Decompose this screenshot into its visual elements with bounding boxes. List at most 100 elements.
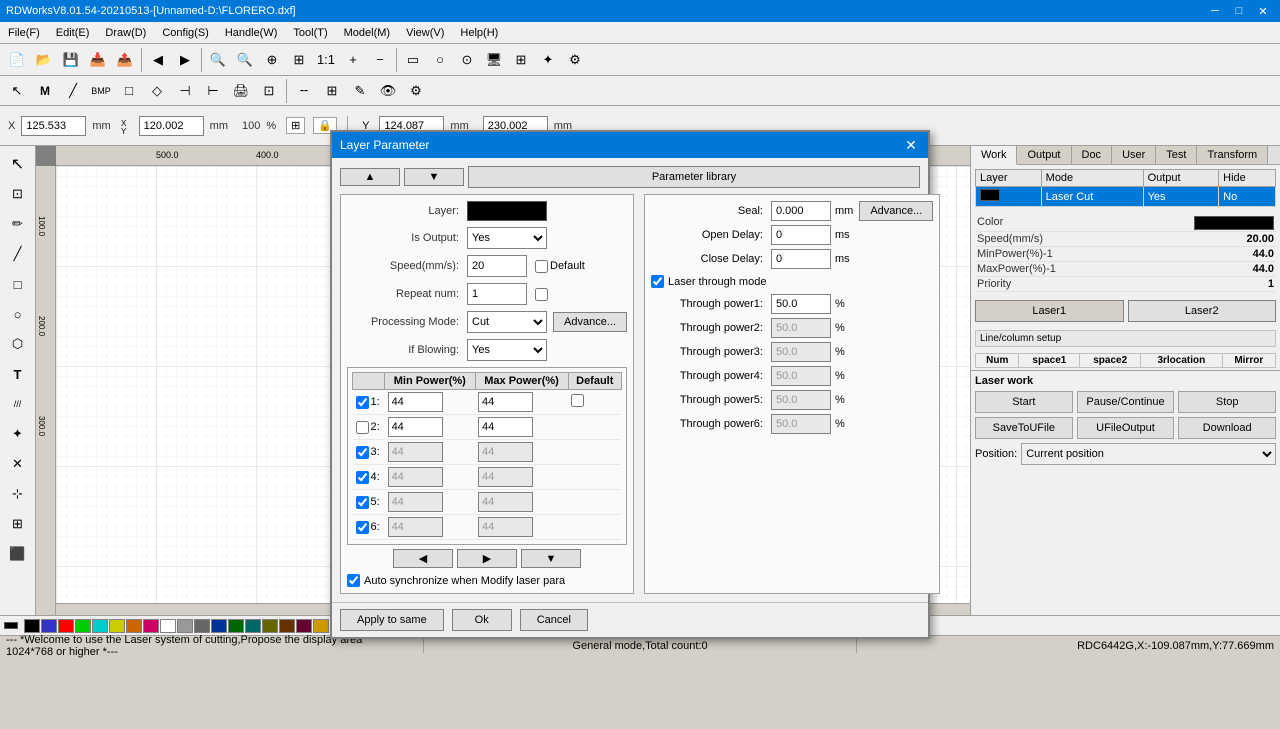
crop-button[interactable]: ⊡ bbox=[256, 78, 282, 104]
menu-item-edite[interactable]: Edit(E) bbox=[48, 22, 98, 43]
through-power-input[interactable] bbox=[771, 366, 831, 386]
menu-item-helph[interactable]: Help(H) bbox=[452, 22, 506, 43]
y-input[interactable] bbox=[139, 116, 204, 136]
edit-node-button[interactable]: ✎ bbox=[347, 78, 373, 104]
color-swatch[interactable] bbox=[92, 619, 108, 633]
color-swatch[interactable] bbox=[228, 619, 244, 633]
select2-button[interactable]: ↖ bbox=[4, 78, 30, 104]
dialog-left-button[interactable]: ◀ bbox=[393, 549, 453, 568]
tab-test[interactable]: Test bbox=[1156, 146, 1197, 164]
power-row-checkbox[interactable] bbox=[356, 396, 369, 409]
menu-item-drawd[interactable]: Draw(D) bbox=[97, 22, 154, 43]
import-button[interactable]: 📥 bbox=[85, 47, 111, 73]
laser1-tab[interactable]: Laser1 bbox=[975, 300, 1124, 322]
start-button[interactable]: Start bbox=[975, 391, 1073, 413]
color-swatch[interactable] bbox=[58, 619, 74, 633]
align2-button[interactable]: ⊢ bbox=[200, 78, 226, 104]
color-swatch[interactable] bbox=[262, 619, 278, 633]
fill-tool[interactable]: ⬛ bbox=[4, 540, 32, 568]
color-swatch[interactable] bbox=[109, 619, 125, 633]
circle-button[interactable]: ○ bbox=[427, 47, 453, 73]
through-power-input[interactable] bbox=[771, 294, 831, 314]
ellipse-tool[interactable]: ○ bbox=[4, 300, 32, 328]
dialog-close-button[interactable]: ✕ bbox=[902, 136, 920, 154]
min-power-input[interactable] bbox=[388, 392, 443, 412]
ok-button[interactable]: Ok bbox=[452, 609, 512, 631]
show-button[interactable]: 👁 bbox=[375, 78, 401, 104]
default-power-checkbox[interactable] bbox=[571, 394, 584, 407]
minimize-button[interactable]: ─ bbox=[1204, 2, 1226, 20]
tab-doc[interactable]: Doc bbox=[1072, 146, 1113, 164]
zoom-out-button[interactable]: 🔍 bbox=[232, 47, 258, 73]
dashed-button[interactable]: ╌ bbox=[291, 78, 317, 104]
menu-item-handlew[interactable]: Handle(W) bbox=[217, 22, 286, 43]
laser-through-mode-checkbox[interactable] bbox=[651, 275, 664, 288]
repeat-num-input[interactable] bbox=[467, 283, 527, 305]
zoom-100-button[interactable]: 1:1 bbox=[313, 47, 339, 73]
export-button[interactable]: 📤 bbox=[112, 47, 138, 73]
power-row-checkbox[interactable] bbox=[356, 471, 369, 484]
new-button[interactable]: 📄 bbox=[4, 47, 30, 73]
monitor-button[interactable]: 🖥 bbox=[481, 47, 507, 73]
color-swatch[interactable] bbox=[194, 619, 210, 633]
grid-button[interactable]: ⊞ bbox=[508, 47, 534, 73]
tab-output[interactable]: Output bbox=[1017, 146, 1071, 164]
dialog-down2-button[interactable]: ▼ bbox=[521, 549, 581, 568]
polygon-tool[interactable]: ⬡ bbox=[4, 330, 32, 358]
advance-processing-button[interactable]: Advance... bbox=[553, 312, 627, 332]
download-button[interactable]: Download bbox=[1178, 417, 1276, 439]
pen-tool[interactable]: ✏ bbox=[4, 210, 32, 238]
open-button[interactable]: 📂 bbox=[31, 47, 57, 73]
menu-item-filef[interactable]: File(F) bbox=[0, 22, 48, 43]
power-row-checkbox[interactable] bbox=[356, 496, 369, 509]
through-power-input[interactable] bbox=[771, 342, 831, 362]
stop-button[interactable]: Stop bbox=[1178, 391, 1276, 413]
color-swatch[interactable] bbox=[24, 619, 40, 633]
zoom-fit-button[interactable]: ⊕ bbox=[259, 47, 285, 73]
save-button[interactable]: 💾 bbox=[58, 47, 84, 73]
rect-tool[interactable]: □ bbox=[4, 270, 32, 298]
line-button[interactable]: ╱ bbox=[60, 78, 86, 104]
rect-button[interactable]: ▭ bbox=[400, 47, 426, 73]
scatter-button[interactable]: ✦ bbox=[535, 47, 561, 73]
param-library-button[interactable]: Parameter library bbox=[468, 166, 920, 188]
color-swatch[interactable] bbox=[245, 619, 261, 633]
position-select[interactable]: Current position bbox=[1021, 443, 1276, 465]
default-speed-checkbox[interactable] bbox=[535, 260, 548, 273]
table-row[interactable]: Laser Cut Yes No bbox=[976, 187, 1276, 207]
is-output-select[interactable]: Yes No bbox=[467, 227, 547, 249]
cancel-button[interactable]: Cancel bbox=[520, 609, 588, 631]
max-power-input[interactable] bbox=[478, 392, 533, 412]
x-input[interactable] bbox=[21, 116, 86, 136]
dialog-right-button[interactable]: ▶ bbox=[457, 549, 517, 568]
power-row-checkbox[interactable] bbox=[356, 446, 369, 459]
zoom-plus-button[interactable]: + bbox=[340, 47, 366, 73]
measure-tool[interactable]: ⊹ bbox=[4, 480, 32, 508]
scroll-down-button[interactable]: ▼ bbox=[404, 168, 464, 186]
forward-button[interactable]: ▶ bbox=[172, 47, 198, 73]
color-swatch[interactable] bbox=[143, 619, 159, 633]
grid-toggle[interactable]: ⊞ bbox=[286, 117, 305, 134]
save-to-ufile-button[interactable]: SaveToUFile bbox=[975, 417, 1073, 439]
through-power-input[interactable] bbox=[771, 414, 831, 434]
open-delay-input[interactable] bbox=[771, 225, 831, 245]
m-button[interactable]: M bbox=[32, 78, 58, 104]
scroll-up-button[interactable]: ▲ bbox=[340, 168, 400, 186]
zoom-minus-button[interactable]: − bbox=[367, 47, 393, 73]
back-button[interactable]: ◀ bbox=[145, 47, 171, 73]
tab-transform[interactable]: Transform bbox=[1197, 146, 1268, 164]
align-button[interactable]: ⊣ bbox=[172, 78, 198, 104]
through-power-input[interactable] bbox=[771, 390, 831, 410]
power-row-checkbox[interactable] bbox=[356, 521, 369, 534]
menu-item-configs[interactable]: Config(S) bbox=[154, 22, 216, 43]
maximize-button[interactable]: □ bbox=[1228, 2, 1250, 20]
color-swatch[interactable] bbox=[126, 619, 142, 633]
close-delay-input[interactable] bbox=[771, 249, 831, 269]
gear-button[interactable]: ⚙ bbox=[562, 47, 588, 73]
color-swatch[interactable] bbox=[177, 619, 193, 633]
color-swatch[interactable] bbox=[160, 619, 176, 633]
tab-user[interactable]: User bbox=[1112, 146, 1156, 164]
zoom-in-button[interactable]: 🔍 bbox=[205, 47, 231, 73]
ufile-output-button[interactable]: UFileOutput bbox=[1077, 417, 1175, 439]
print-button[interactable]: 🖨 bbox=[228, 78, 254, 104]
